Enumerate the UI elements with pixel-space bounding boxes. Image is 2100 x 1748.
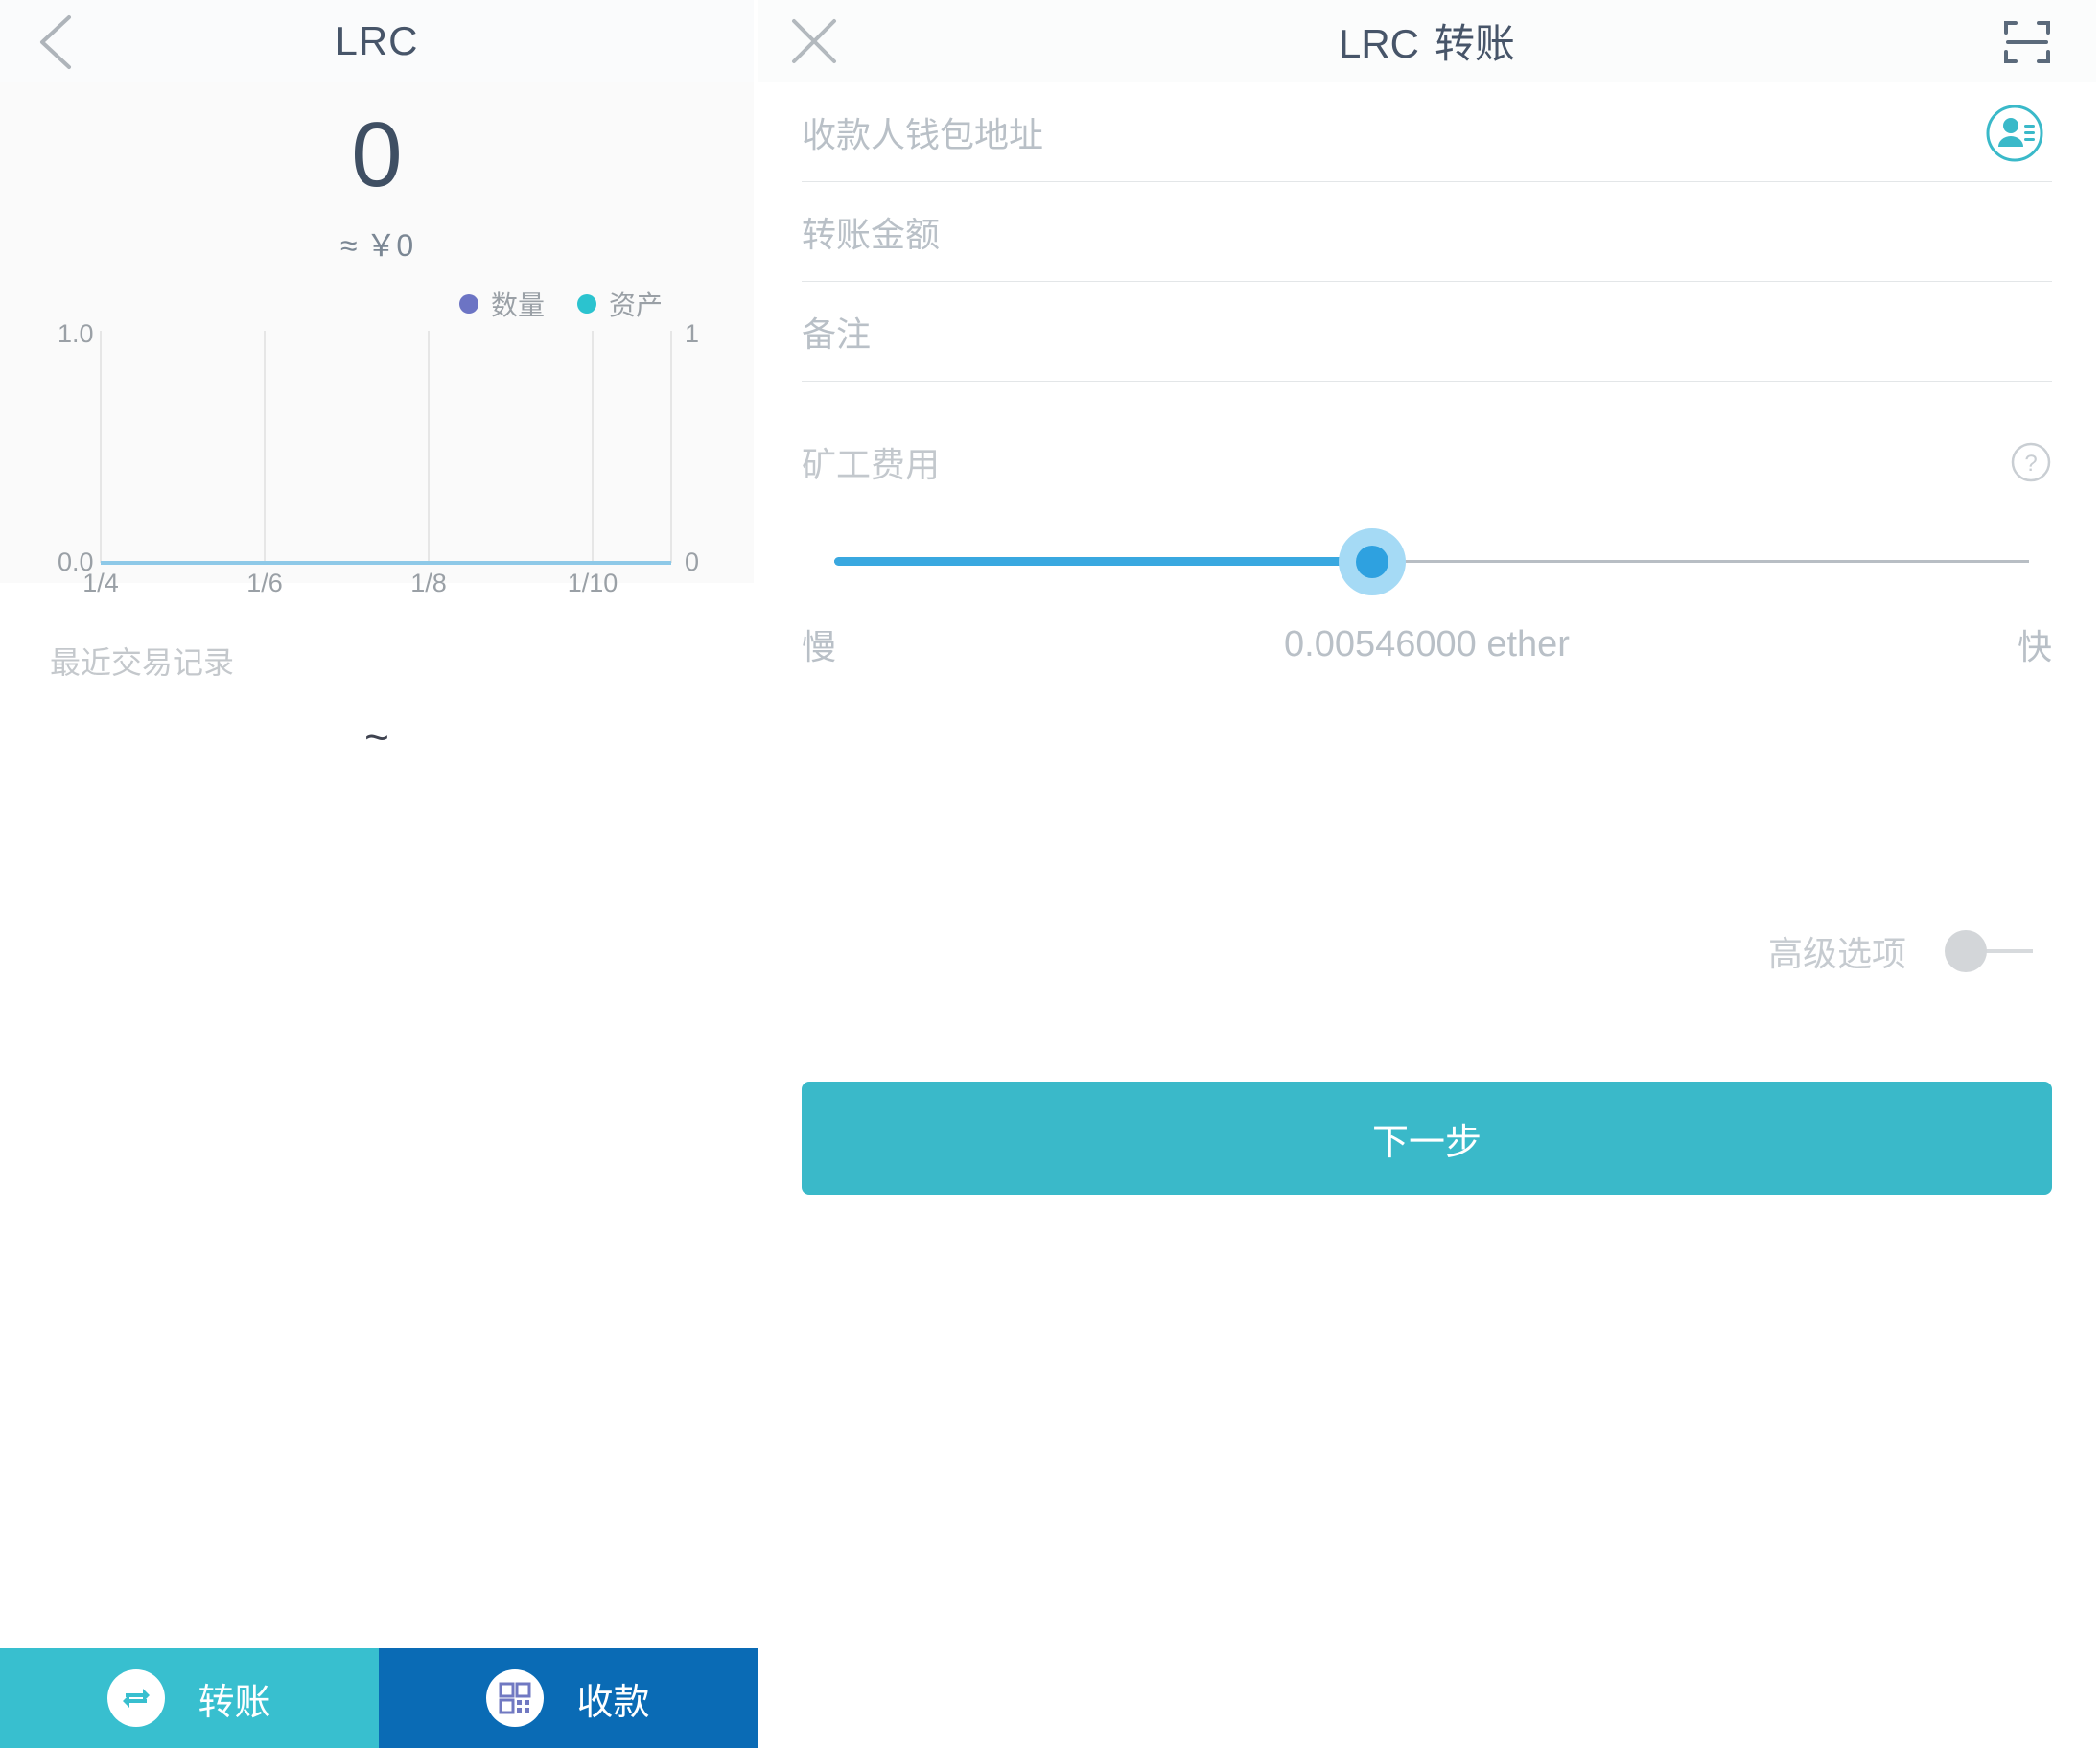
svg-text:?: ? bbox=[2024, 451, 2037, 477]
y-axis-tick-left-max: 1.0 bbox=[58, 318, 94, 348]
miner-fee-section: 矿工费用 ? 慢 0.00546000 ether 快 bbox=[758, 435, 2096, 669]
transfer-button[interactable]: 转账 bbox=[0, 1648, 379, 1748]
transfer-fields: 收款人钱包地址 转账金额 备注 bbox=[758, 82, 2096, 382]
transfer-amount-placeholder: 转账金额 bbox=[802, 214, 941, 254]
slider-fill bbox=[834, 557, 1367, 566]
fee-slow-label: 慢 bbox=[802, 627, 837, 666]
bottom-action-bar: 转账 收款 bbox=[0, 1648, 758, 1748]
close-icon[interactable] bbox=[786, 13, 842, 69]
qr-code-icon bbox=[486, 1669, 545, 1727]
miner-fee-header: 矿工费用 ? bbox=[802, 435, 2052, 489]
recipient-address-field[interactable]: 收款人钱包地址 bbox=[802, 82, 2052, 182]
legend-color-swatch bbox=[458, 293, 478, 314]
page-title: LRC bbox=[335, 17, 419, 63]
chevron-left-icon[interactable] bbox=[35, 12, 77, 73]
chart-svg bbox=[100, 330, 672, 565]
scan-icon[interactable] bbox=[2000, 15, 2054, 69]
chart-legend: 数量 资产 bbox=[458, 285, 663, 323]
receive-button-label: 收款 bbox=[576, 1682, 650, 1723]
y-axis-tick-right-max: 1 bbox=[685, 318, 700, 348]
memo-placeholder: 备注 bbox=[802, 314, 872, 354]
transfer-icon bbox=[107, 1669, 166, 1727]
miner-fee-slider[interactable] bbox=[802, 510, 2052, 616]
advanced-options-label: 高级选项 bbox=[1767, 934, 1906, 973]
recent-transactions-title: 最近交易记录 bbox=[50, 645, 235, 680]
transfer-form-panel: LRC 转账 收款人钱包地址 转账金额 备注 矿工费用 ? 慢 0.005460… bbox=[758, 0, 2096, 1748]
legend-item-quantity: 数量 bbox=[458, 285, 545, 323]
transfer-amount-field[interactable]: 转账金额 bbox=[802, 182, 2052, 282]
receive-button[interactable]: 收款 bbox=[379, 1648, 758, 1748]
x-axis-tick: 1/6 bbox=[246, 568, 283, 597]
app-screen: LRC 0 ≈ ￥0 数量 资产 1.0 0.0 1 0 1/4 1/6 1/8… bbox=[0, 0, 2100, 1748]
fee-value: 0.00546000 ether bbox=[1284, 623, 1570, 664]
fee-fast-label: 快 bbox=[2017, 627, 2052, 666]
contacts-icon[interactable] bbox=[1985, 104, 2044, 163]
miner-fee-legend: 慢 0.00546000 ether 快 bbox=[802, 619, 2052, 669]
recipient-address-placeholder: 收款人钱包地址 bbox=[802, 114, 1044, 154]
balance-chart-card: 0 ≈ ￥0 数量 资产 1.0 0.0 1 0 1/4 1/6 1/8 1/1… bbox=[0, 82, 754, 597]
advanced-options-row[interactable]: 高级选项 bbox=[758, 926, 2096, 976]
advanced-options-toggle[interactable] bbox=[1945, 930, 2033, 972]
legend-label: 资产 bbox=[608, 290, 663, 320]
legend-color-swatch bbox=[576, 293, 596, 314]
chart-plot-area: 1.0 0.0 1 0 1/4 1/6 1/8 1/10 bbox=[0, 319, 754, 597]
miner-fee-label: 矿工费用 bbox=[802, 445, 941, 484]
balance-fiat-value: ≈ ￥0 bbox=[339, 227, 414, 263]
left-header: LRC bbox=[0, 0, 754, 82]
x-axis-tick: 1/8 bbox=[410, 568, 447, 597]
transfer-title: LRC 转账 bbox=[1339, 12, 1515, 70]
x-axis-tick: 1/4 bbox=[82, 568, 119, 597]
memo-field[interactable]: 备注 bbox=[802, 282, 2052, 382]
empty-state-glyph: ~ bbox=[364, 714, 389, 761]
y-axis-tick-right-min: 0 bbox=[685, 547, 700, 576]
transfer-title-symbol: LRC bbox=[1338, 21, 1419, 66]
balance-amount: 0 bbox=[351, 104, 403, 206]
right-header: LRC 转账 bbox=[758, 0, 2096, 82]
holdings-chart: 数量 资产 1.0 0.0 1 0 1/4 1/6 1/8 1/10 bbox=[0, 285, 754, 597]
slider-thumb[interactable] bbox=[1356, 546, 1388, 578]
x-axis-tick: 1/10 bbox=[567, 568, 618, 597]
legend-label: 数量 bbox=[490, 290, 545, 320]
next-step-button[interactable]: 下一步 bbox=[802, 1082, 2052, 1195]
transfer-button-label: 转账 bbox=[198, 1682, 271, 1723]
toggle-knob[interactable] bbox=[1945, 930, 1987, 972]
token-detail-panel: LRC 0 ≈ ￥0 数量 资产 1.0 0.0 1 0 1/4 1/6 1/8… bbox=[0, 0, 758, 1748]
help-circle-icon[interactable]: ? bbox=[2010, 441, 2052, 483]
transfer-title-action: 转账 bbox=[1435, 21, 1516, 66]
legend-item-asset: 资产 bbox=[576, 285, 663, 323]
